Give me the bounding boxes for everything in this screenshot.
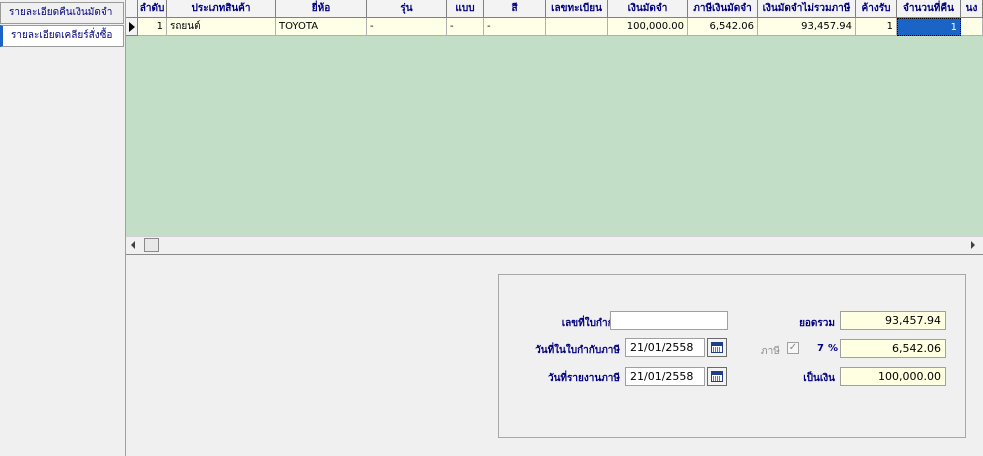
net-amount-label: เป็นเงิน [803, 373, 835, 384]
table-row[interactable]: 1 รถยนต์ TOYOTA - - - 100,000.00 6,542.0… [126, 18, 983, 36]
cell-style[interactable]: - [447, 18, 484, 36]
report-date-label: วันที่รายงานภาษี [547, 373, 620, 384]
col-header-product-type[interactable]: ประเภทสินค้า [167, 0, 276, 18]
col-header-model[interactable]: รุ่น [367, 0, 447, 18]
ref-doc-input[interactable] [610, 311, 728, 330]
cell-registration[interactable] [546, 18, 608, 36]
cell-seq[interactable]: 1 [138, 18, 167, 36]
col-header-color[interactable]: สี [484, 0, 546, 18]
cell-model[interactable]: - [367, 18, 447, 36]
tab-purchase-clearing[interactable]: รายละเอียดเคลียร์สั่งซื้อ [0, 25, 124, 47]
tab-deposit-refund[interactable]: รายละเอียดคืนเงินมัดจำ [0, 2, 124, 24]
data-grid: ลำดับ ประเภทสินค้า ยี่ห้อ รุ่น แบบ สี เล… [126, 0, 983, 255]
calendar-icon [711, 371, 723, 382]
horizontal-scrollbar[interactable] [126, 236, 983, 254]
cell-deposit[interactable]: 100,000.00 [608, 18, 688, 36]
calendar-icon [711, 342, 723, 353]
scrollbar-thumb[interactable] [144, 238, 159, 252]
col-header-deposit-excl-tax[interactable]: เงินมัดจำไม่รวมภาษี [758, 0, 856, 18]
tax-label: ภาษี [761, 346, 780, 357]
tax-value-field: 6,542.06 [840, 339, 946, 358]
row-indicator-header [126, 0, 138, 18]
scroll-right-icon[interactable] [971, 241, 975, 249]
cell-outstanding[interactable]: 1 [856, 18, 897, 36]
current-row-arrow-icon [129, 22, 135, 32]
tax-percent-symbol: % [828, 343, 839, 354]
net-amount-field: 100,000.00 [840, 367, 946, 386]
col-header-registration[interactable]: เลขทะเบียน [546, 0, 608, 18]
cell-extra[interactable] [961, 18, 983, 36]
left-tab-panel: รายละเอียดคืนเงินมัดจำ รายละเอียดเคลียร์… [0, 0, 126, 456]
report-date-input[interactable]: 21/01/2558 [625, 367, 705, 386]
row-indicator [126, 18, 138, 36]
cell-deposit-excl-tax[interactable]: 93,457.94 [758, 18, 856, 36]
col-header-deposit[interactable]: เงินมัดจำ [608, 0, 688, 18]
col-header-outstanding[interactable]: ค้างรับ [856, 0, 897, 18]
total-label: ยอดรวม [799, 318, 835, 329]
col-header-extra[interactable]: นง [961, 0, 983, 18]
cell-product-type[interactable]: รถยนต์ [167, 18, 276, 36]
report-date-calendar-button[interactable] [707, 367, 727, 386]
summary-panel: เลขที่ใบกำกับ วันที่ในใบกำกับภาษี 21/01/… [498, 274, 966, 438]
cell-color[interactable]: - [484, 18, 546, 36]
grid-header: ลำดับ ประเภทสินค้า ยี่ห้อ รุ่น แบบ สี เล… [126, 0, 983, 18]
invoice-date-label: วันที่ในใบกำกับภาษี [535, 345, 620, 356]
invoice-date-input[interactable]: 21/01/2558 [625, 338, 705, 357]
col-header-deposit-tax[interactable]: ภาษีเงินมัดจำ [688, 0, 758, 18]
tax-checkbox[interactable]: ✓ [787, 342, 799, 354]
col-header-seq[interactable]: ลำดับ [138, 0, 167, 18]
col-header-style[interactable]: แบบ [447, 0, 484, 18]
invoice-date-calendar-button[interactable] [707, 338, 727, 357]
tax-rate: 7 [817, 343, 824, 354]
cell-return-qty[interactable]: 1 [897, 18, 961, 36]
cell-brand[interactable]: TOYOTA [276, 18, 367, 36]
col-header-return-qty[interactable]: จำนวนที่คืน [897, 0, 961, 18]
col-header-brand[interactable]: ยี่ห้อ [276, 0, 367, 18]
total-value-field: 93,457.94 [840, 311, 946, 330]
scroll-left-icon[interactable] [131, 241, 135, 249]
cell-deposit-tax[interactable]: 6,542.06 [688, 18, 758, 36]
